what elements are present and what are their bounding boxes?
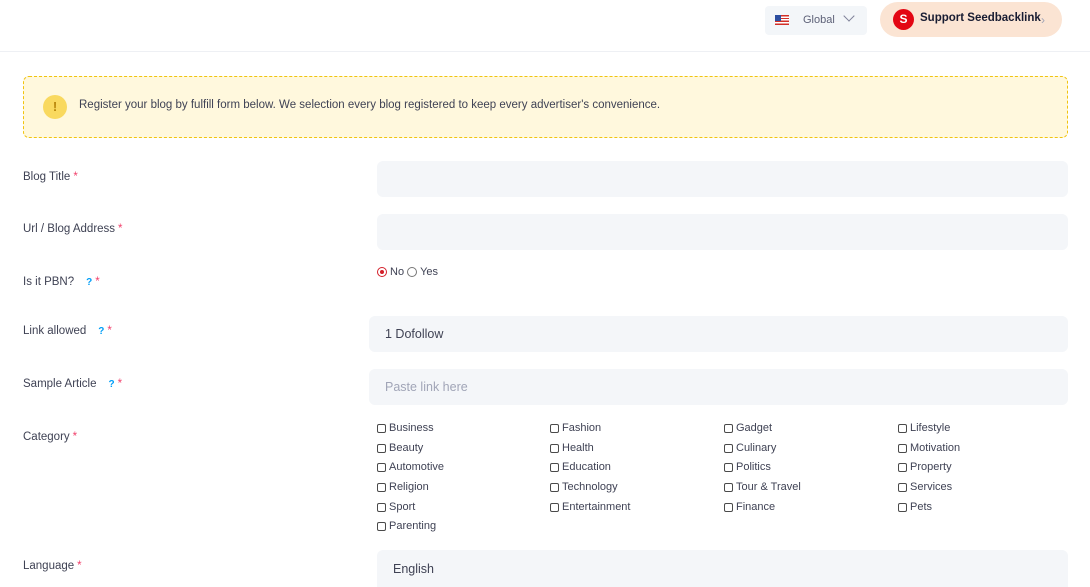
checkbox[interactable]: [724, 443, 733, 453]
required-mark: *: [77, 560, 82, 572]
checkbox[interactable]: [550, 462, 559, 472]
language-selector[interactable]: Global: [765, 6, 867, 35]
category-option-sport[interactable]: Sport: [377, 501, 415, 513]
category-option-religion[interactable]: Religion: [377, 481, 429, 493]
required-mark: *: [72, 431, 78, 443]
category-option-finance[interactable]: Finance: [724, 501, 775, 513]
chevron-right-icon: ›: [1041, 13, 1045, 27]
checkbox[interactable]: [898, 482, 907, 492]
category-option-motivation[interactable]: Motivation: [898, 442, 960, 454]
required-mark: *: [117, 378, 123, 390]
category-option-fashion[interactable]: Fashion: [550, 422, 601, 434]
sample-article-label: Sample Article? *: [23, 378, 123, 390]
us-flag-icon: [775, 15, 789, 25]
pbn-label: Is it PBN?? *: [23, 276, 100, 288]
checkbox[interactable]: [377, 443, 386, 453]
category-option-politics[interactable]: Politics: [724, 461, 771, 473]
pbn-radio-group: No Yes: [377, 266, 438, 278]
support-button[interactable]: S Support Seedbacklink ›: [880, 2, 1062, 37]
checkbox[interactable]: [377, 521, 386, 531]
category-option-pets[interactable]: Pets: [898, 501, 932, 513]
category-option-technology[interactable]: Technology: [550, 481, 618, 493]
pbn-radio-yes[interactable]: [407, 267, 418, 277]
checkbox[interactable]: [724, 482, 733, 492]
notice-text: Register your blog by fulfill form below…: [79, 99, 661, 111]
checkbox[interactable]: [898, 462, 907, 472]
support-button-label: Support Seedbacklink: [920, 12, 1041, 24]
checkbox[interactable]: [724, 423, 733, 433]
checkbox[interactable]: [377, 423, 386, 433]
top-bar: Global S Support Seedbacklink ›: [0, 0, 1090, 52]
checkbox[interactable]: [377, 462, 386, 472]
checkbox[interactable]: [898, 423, 907, 433]
category-option-culinary[interactable]: Culinary: [724, 442, 776, 454]
category-option-education[interactable]: Education: [550, 461, 611, 473]
required-mark: *: [95, 276, 100, 288]
checkbox[interactable]: [377, 502, 386, 512]
link-allowed-label: Link allowed? *: [23, 325, 112, 337]
help-icon[interactable]: ?: [98, 326, 104, 337]
required-mark: *: [107, 325, 112, 337]
category-option-property[interactable]: Property: [898, 461, 952, 473]
category-option-gadget[interactable]: Gadget: [724, 422, 772, 434]
chevron-down-icon: [843, 10, 855, 22]
link-allowed-input[interactable]: [369, 316, 1068, 352]
category-option-beauty[interactable]: Beauty: [377, 442, 423, 454]
category-option-tour-travel[interactable]: Tour & Travel: [724, 481, 801, 493]
language-selector-label: Global: [803, 14, 835, 26]
pbn-radio-no-label: No: [390, 266, 405, 278]
blog-title-input[interactable]: [377, 161, 1068, 197]
category-option-business[interactable]: Business: [377, 422, 434, 434]
help-icon[interactable]: ?: [109, 379, 115, 390]
required-mark: *: [73, 171, 78, 183]
category-label: Category *: [23, 431, 78, 443]
sample-article-input[interactable]: [369, 369, 1068, 405]
blog-title-label: Blog Title *: [23, 171, 78, 183]
checkbox[interactable]: [550, 423, 559, 433]
notice-banner: ! Register your blog by fulfill form bel…: [23, 76, 1068, 138]
language-label: Language *: [23, 560, 82, 572]
help-icon[interactable]: ?: [86, 277, 92, 288]
pbn-radio-no[interactable]: [377, 267, 387, 277]
url-input[interactable]: [377, 214, 1068, 250]
required-mark: *: [118, 223, 123, 235]
seedbacklink-logo-icon: S: [893, 9, 914, 30]
category-option-automotive[interactable]: Automotive: [377, 461, 444, 473]
checkbox[interactable]: [550, 482, 559, 492]
checkbox[interactable]: [724, 462, 733, 472]
url-label: Url / Blog Address *: [23, 223, 123, 235]
checkbox[interactable]: [550, 502, 559, 512]
checkbox[interactable]: [377, 482, 386, 492]
checkbox[interactable]: [898, 502, 907, 512]
category-option-health[interactable]: Health: [550, 442, 594, 454]
category-option-services[interactable]: Services: [898, 481, 952, 493]
checkbox[interactable]: [724, 502, 733, 512]
category-option-lifestyle[interactable]: Lifestyle: [898, 422, 950, 434]
pbn-radio-yes-label: Yes: [420, 266, 439, 278]
warning-icon: !: [43, 95, 67, 119]
category-option-parenting[interactable]: Parenting: [377, 520, 436, 532]
language-select[interactable]: [377, 550, 1068, 587]
checkbox[interactable]: [550, 443, 559, 453]
checkbox[interactable]: [898, 443, 907, 453]
category-option-entertainment[interactable]: Entertainment: [550, 501, 630, 513]
